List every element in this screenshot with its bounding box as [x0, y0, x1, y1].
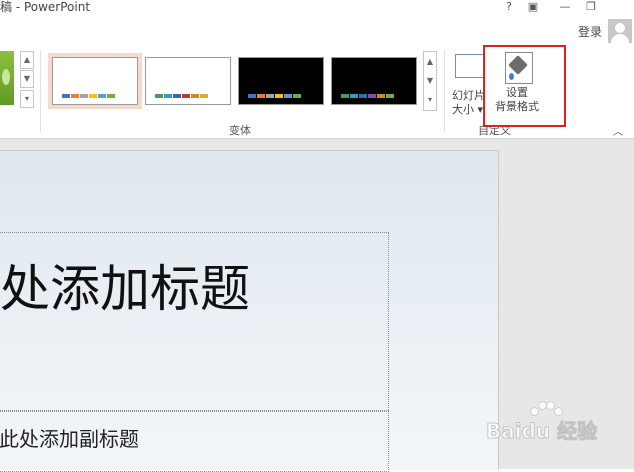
color-swatch [98, 94, 106, 98]
variant-color-bar [248, 94, 301, 98]
highlight-box [483, 45, 566, 127]
color-swatch [248, 94, 256, 98]
color-swatch [71, 94, 79, 98]
variants-more-button[interactable]: ▾ [424, 90, 436, 109]
title-bar: 稿 - PowerPoint ? ▣ — ❐ [0, 0, 634, 20]
color-swatch [62, 94, 70, 98]
color-swatch [200, 94, 208, 98]
group-divider [40, 50, 41, 132]
login-link[interactable]: 登录 [578, 23, 602, 40]
color-swatch [80, 94, 88, 98]
variant-thumbnail-white-2[interactable] [145, 57, 231, 105]
window-title: 稿 - PowerPoint [0, 0, 91, 14]
color-swatch [377, 94, 385, 98]
color-swatch [284, 94, 292, 98]
color-swatch [341, 94, 349, 98]
variants-scroll-down-button[interactable]: ▼ [424, 71, 436, 90]
theme-thumbnail[interactable] [0, 51, 14, 105]
color-swatch [293, 94, 301, 98]
watermark-text: Baidu 经验 [485, 419, 598, 444]
help-button[interactable]: ? [500, 0, 518, 14]
variants-group-label: 变体 [229, 124, 251, 137]
slide-size-icon [455, 54, 485, 78]
color-swatch [191, 94, 199, 98]
paw-logo-icon [530, 401, 563, 416]
themes-more-button[interactable]: ▾ [20, 90, 34, 108]
themes-scroll-up-button[interactable]: ▲ [20, 51, 34, 69]
minimize-button[interactable]: — [556, 0, 574, 14]
themes-scroll-down-button[interactable]: ▼ [20, 70, 34, 88]
color-swatch [275, 94, 283, 98]
variant-color-bar [62, 94, 115, 98]
variant-thumbnail-black-1[interactable] [238, 57, 324, 105]
color-swatch [359, 94, 367, 98]
group-divider [444, 50, 445, 132]
color-swatch [182, 94, 190, 98]
watermark: Baidu 经验 [485, 401, 626, 444]
color-swatch [155, 94, 163, 98]
title-placeholder-text: 处添加标题 [0, 260, 250, 318]
user-body-icon [611, 34, 629, 43]
variant-thumbnail-black-2[interactable] [331, 57, 417, 105]
subtitle-placeholder[interactable]: 此处添加副标题 [0, 410, 389, 472]
color-swatch [89, 94, 97, 98]
variants-gallery-scroll[interactable]: ▲ ▼ ▾ [423, 51, 437, 111]
ribbon-display-options-button[interactable]: ▣ [524, 0, 542, 14]
restore-button[interactable]: ❐ [582, 0, 600, 14]
user-head-icon [615, 23, 625, 33]
slide-canvas[interactable]: 处添加标题 此处添加副标题 [0, 150, 499, 472]
color-swatch [386, 94, 394, 98]
subtitle-placeholder-text: 此处添加副标题 [0, 427, 139, 451]
color-swatch [173, 94, 181, 98]
color-swatch [368, 94, 376, 98]
slide-size-label-line1: 幻灯片 [452, 89, 485, 102]
color-swatch [257, 94, 265, 98]
variants-scroll-up-button[interactable]: ▲ [424, 52, 436, 71]
variant-color-bar [341, 94, 394, 98]
color-swatch [107, 94, 115, 98]
avatar[interactable] [608, 19, 632, 43]
variant-color-bar [155, 94, 208, 98]
color-swatch [266, 94, 274, 98]
collapse-ribbon-icon[interactable]: ︿ [613, 123, 623, 138]
slide-size-label: 幻灯片 大小 ▾ [452, 89, 485, 117]
color-swatch [164, 94, 172, 98]
color-swatch [350, 94, 358, 98]
variant-thumbnail-white-1[interactable] [48, 53, 142, 109]
slide-size-label-line2: 大小 ▾ [452, 103, 484, 116]
